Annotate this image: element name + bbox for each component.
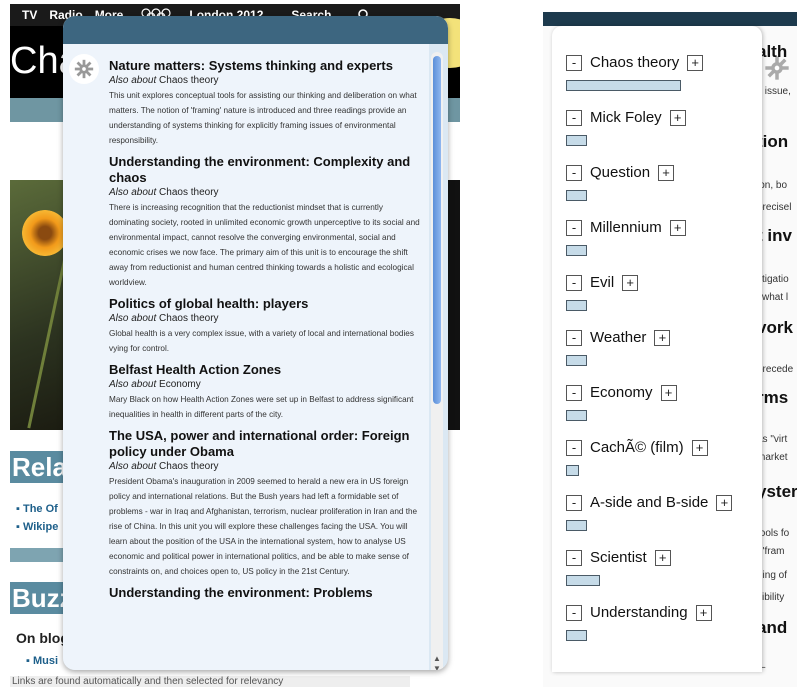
unit-item[interactable]: Understanding the environment: Problems	[109, 585, 421, 601]
unit-item[interactable]: Belfast Health Action Zones Also about E…	[109, 362, 421, 422]
unit-description: There is increasing recognition that the…	[109, 203, 420, 287]
tag-row: - A-side and B-side +	[566, 494, 733, 511]
tag-label: Understanding	[590, 604, 688, 621]
tag-weight-bar	[566, 520, 587, 531]
blog-link[interactable]: ▪ Musi	[26, 655, 58, 667]
related-link-1[interactable]: ▪ The Of	[16, 503, 58, 515]
tag-plus-button[interactable]: +	[660, 384, 677, 401]
unit-list: Nature matters: Systems thinking and exp…	[109, 58, 421, 607]
tag-label: Millennium	[590, 219, 662, 236]
unit-title[interactable]: The USA, power and international order: …	[109, 428, 421, 460]
tag-weight-bar	[566, 190, 587, 201]
gear-icon[interactable]	[69, 54, 99, 84]
tag-plus-button[interactable]: +	[716, 494, 733, 511]
scroll-down-icon[interactable]: ▼	[431, 664, 443, 670]
tag-row: - Evil +	[566, 274, 639, 291]
tag-plus-button[interactable]: +	[695, 604, 712, 621]
unit-item[interactable]: Nature matters: Systems thinking and exp…	[109, 58, 421, 148]
fragment-text: x issue,	[757, 86, 791, 97]
tag-label: Weather	[590, 329, 647, 346]
tag-plus-button[interactable]: +	[658, 164, 675, 181]
tag-plus-button[interactable]: +	[669, 219, 686, 236]
tag-row: - Millennium +	[566, 219, 686, 236]
unit-description: President Obama's inauguration in 2009 s…	[109, 477, 418, 576]
tag-minus-button[interactable]: -	[566, 164, 582, 181]
fragment-heading: t inv	[757, 226, 792, 245]
popup-scrollbar[interactable]: ▲ ▼	[431, 52, 443, 670]
tag-minus-button[interactable]: -	[566, 274, 582, 291]
tag-minus-button[interactable]: -	[566, 604, 582, 621]
tag-panel: - Chaos theory + - Mick Foley + - Question + - Mil…	[552, 26, 762, 672]
unit-item[interactable]: Understanding the environment: Complexit…	[109, 154, 421, 290]
tag-plus-button[interactable]: +	[654, 329, 671, 346]
tag-row: - Economy +	[566, 384, 677, 401]
tag-minus-button[interactable]: -	[566, 494, 582, 511]
tag-weight-bar	[566, 300, 587, 311]
tag-minus-button[interactable]: -	[566, 384, 582, 401]
fragment-text: precisel	[757, 202, 792, 213]
tag-weight-bar	[566, 245, 587, 256]
tag-minus-button[interactable]: -	[566, 329, 582, 346]
tag-row: - Chaos theory +	[566, 54, 704, 71]
scroll-up-icon[interactable]: ▲	[431, 654, 443, 663]
tag-minus-button[interactable]: -	[566, 109, 582, 126]
unit-also-about: Also about Chaos theory	[109, 75, 219, 86]
unit-item[interactable]: The USA, power and international order: …	[109, 428, 421, 579]
scrollbar-thumb[interactable]	[433, 56, 441, 404]
tag-label: A-side and B-side	[590, 494, 709, 511]
tag-plus-button[interactable]: +	[622, 274, 639, 291]
tag-weight-bar	[566, 410, 587, 421]
tag-plus-button[interactable]: +	[654, 549, 671, 566]
tag-weight-bar	[566, 80, 681, 91]
tag-label: Chaos theory	[590, 54, 680, 71]
tag-row: - Scientist +	[566, 549, 671, 566]
tag-minus-button[interactable]: -	[566, 439, 582, 456]
unit-also-about: Also about Chaos theory	[109, 313, 219, 324]
unit-item[interactable]: Politics of global health: players Also …	[109, 296, 421, 356]
tag-plus-button[interactable]: +	[669, 109, 686, 126]
tag-weight-bar	[566, 355, 587, 366]
tag-label: Evil	[590, 274, 615, 291]
tag-weight-bar	[566, 135, 587, 146]
tag-row: - CachÃ© (film) +	[566, 439, 708, 456]
right-topbar	[543, 12, 797, 26]
related-units-popup: Nature matters: Systems thinking and exp…	[63, 16, 448, 670]
tag-minus-button[interactable]: -	[566, 549, 582, 566]
tag-label: CachÃ© (film)	[590, 439, 684, 456]
fragment-text: precede	[757, 364, 794, 375]
unit-also-about: Also about Chaos theory	[109, 187, 219, 198]
unit-description: Global health is a very complex issue, w…	[109, 329, 414, 353]
tag-label: Mick Foley	[590, 109, 662, 126]
tag-label: Scientist	[590, 549, 647, 566]
tag-row: - Question +	[566, 164, 675, 181]
tag-label: Question	[590, 164, 651, 181]
unit-also-about: Also about Chaos theory	[109, 461, 219, 472]
fragment-heading: yster	[757, 482, 797, 501]
tag-weight-bar	[566, 465, 579, 476]
tag-weight-bar	[566, 630, 587, 641]
related-link-2[interactable]: ▪ Wikipe	[16, 521, 58, 533]
tag-minus-button[interactable]: -	[566, 54, 582, 71]
tag-weight-bar	[566, 575, 600, 586]
unit-description: This unit explores conceptual tools for …	[109, 91, 417, 145]
tag-minus-button[interactable]: -	[566, 219, 582, 236]
tag-label: Economy	[590, 384, 653, 401]
popup-header[interactable]	[63, 16, 448, 44]
unit-title[interactable]: Politics of global health: players	[109, 296, 421, 312]
tag-row: - Mick Foley +	[566, 109, 686, 126]
footer-note: Links are found automatically and then s…	[10, 676, 410, 687]
unit-description: Mary Black on how Health Action Zones we…	[109, 395, 414, 419]
unit-title[interactable]: Belfast Health Action Zones	[109, 362, 421, 378]
tag-plus-button[interactable]: +	[691, 439, 708, 456]
unit-title[interactable]: Understanding the environment: Problems	[109, 585, 421, 601]
unit-also-about: Also about Economy	[109, 379, 201, 390]
tag-row: - Understanding +	[566, 604, 712, 621]
unit-title[interactable]: Understanding the environment: Complexit…	[109, 154, 421, 186]
fragment-heading: vork	[757, 318, 793, 337]
tag-plus-button[interactable]: +	[687, 54, 704, 71]
on-blog-heading: On blog	[16, 630, 69, 646]
nav-tv[interactable]: TV	[22, 8, 37, 22]
tag-row: - Weather +	[566, 329, 671, 346]
unit-title[interactable]: Nature matters: Systems thinking and exp…	[109, 58, 421, 74]
